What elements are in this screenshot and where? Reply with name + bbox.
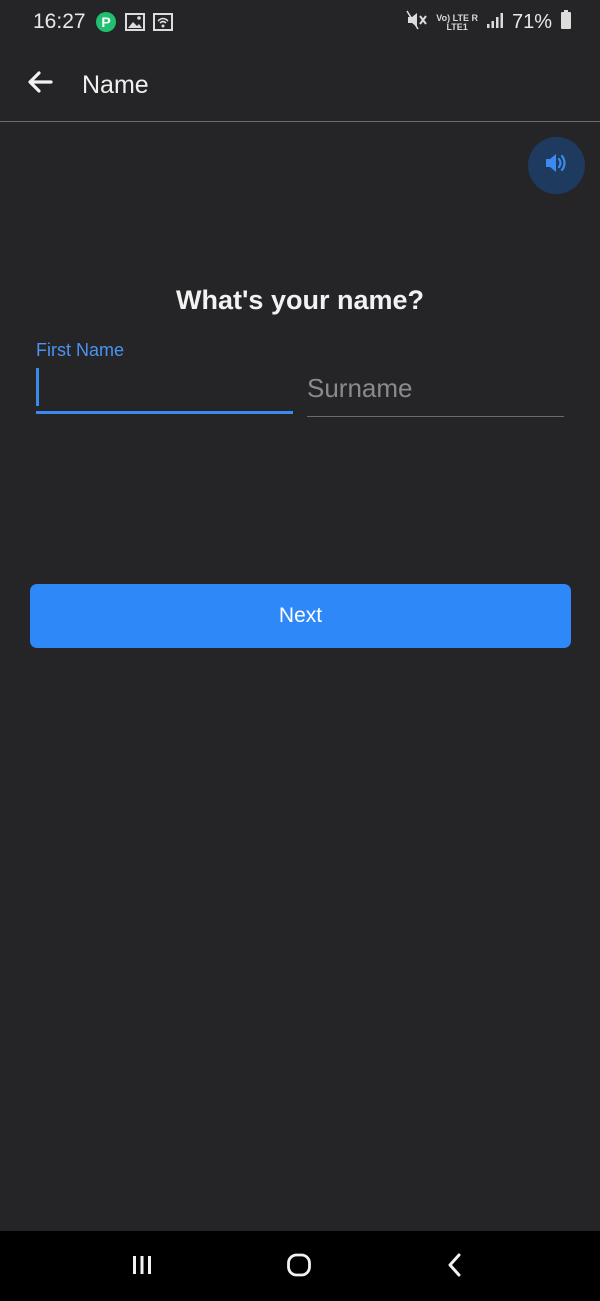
system-nav-bar: [0, 1231, 600, 1301]
name-question: What's your name?: [176, 285, 424, 315]
mute-icon: [406, 10, 428, 35]
app-notification-icon: P: [95, 11, 117, 38]
recent-apps-icon: [130, 1254, 154, 1281]
speaker-icon: [544, 152, 570, 179]
image-icon: [125, 13, 145, 36]
network-indicator: Vo) LTE R LTE1: [436, 12, 478, 32]
svg-text:P: P: [101, 14, 110, 30]
text-caret: [36, 368, 39, 406]
surname-field: [307, 360, 564, 418]
first-name-field: First Name: [36, 338, 293, 420]
status-time: 16:27: [33, 10, 86, 33]
battery-percent: 71%: [511, 11, 552, 33]
page-title: Name: [82, 71, 149, 99]
app-bar: Name: [0, 46, 600, 122]
recent-apps-button[interactable]: [122, 1251, 162, 1283]
back-icon: [446, 1253, 464, 1282]
arrow-left-icon: [27, 70, 53, 98]
nav-back-button[interactable]: [435, 1251, 475, 1283]
back-button[interactable]: [22, 68, 58, 100]
first-name-label: First Name: [36, 340, 125, 360]
signal-icon: [486, 11, 504, 34]
surname-input[interactable]: [307, 360, 564, 417]
next-button[interactable]: Next: [30, 584, 571, 648]
status-right-icons: Vo) LTE R LTE1 71%: [406, 10, 572, 35]
status-bar: 16:27 P Vo) LTE R LTE1 71%: [0, 0, 600, 46]
home-icon: [286, 1253, 312, 1282]
wifi-calling-icon: [153, 13, 173, 36]
home-button[interactable]: [279, 1251, 319, 1283]
speaker-button[interactable]: [528, 137, 585, 194]
battery-icon: [560, 10, 572, 35]
first-name-input[interactable]: [36, 364, 293, 414]
status-left-icons: P: [95, 11, 173, 38]
